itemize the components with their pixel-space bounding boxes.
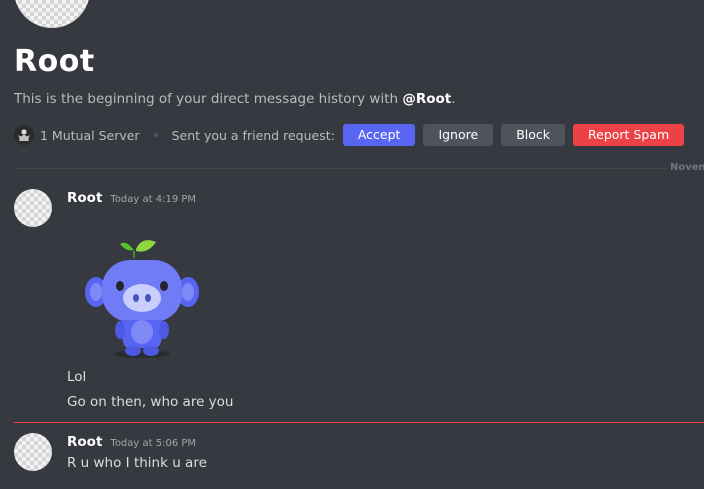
message-header: Root Today at 5:06 PM [67, 434, 196, 450]
friend-request-label: Sent you a friend request: [171, 127, 335, 143]
server-silhouette-icon [18, 129, 30, 141]
dm-intro-mention[interactable]: @Root [402, 91, 451, 107]
message-header: Root Today at 4:19 PM [67, 190, 196, 206]
report-spam-button[interactable]: Report Spam [573, 124, 685, 146]
mutual-server-icon[interactable] [14, 125, 34, 145]
dm-intro-suffix: . [451, 91, 456, 107]
message-avatar[interactable] [14, 433, 52, 471]
accept-button[interactable]: Accept [342, 124, 416, 146]
mutual-servers-link[interactable]: 1 Mutual Server [40, 128, 140, 143]
profile-avatar[interactable] [14, 0, 90, 28]
block-button[interactable]: Block [501, 124, 565, 146]
dm-recipient-name: Root [14, 44, 95, 79]
message-text: Lol [67, 369, 87, 385]
friend-request-bar: 1 Mutual Server Sent you a friend reques… [14, 123, 685, 147]
separator-dot [153, 133, 158, 137]
message-timestamp[interactable]: Today at 4:19 PM [110, 194, 196, 205]
date-divider-label: Novemb [668, 162, 704, 173]
dm-intro-prefix: This is the beginning of your direct mes… [14, 91, 403, 107]
new-messages-divider [14, 422, 704, 423]
dm-intro-text: This is the beginning of your direct mes… [14, 91, 456, 107]
date-divider [14, 168, 704, 169]
message-avatar[interactable] [14, 189, 52, 227]
message-text: R u who I think u are [67, 455, 207, 471]
message-timestamp[interactable]: Today at 5:06 PM [110, 438, 196, 449]
message-text: Go on then, who are you [67, 394, 234, 410]
message-author[interactable]: Root [67, 190, 102, 206]
blue-wumpus-sticker[interactable] [76, 234, 208, 362]
message-author[interactable]: Root [67, 434, 102, 450]
ignore-button[interactable]: Ignore [423, 124, 494, 146]
